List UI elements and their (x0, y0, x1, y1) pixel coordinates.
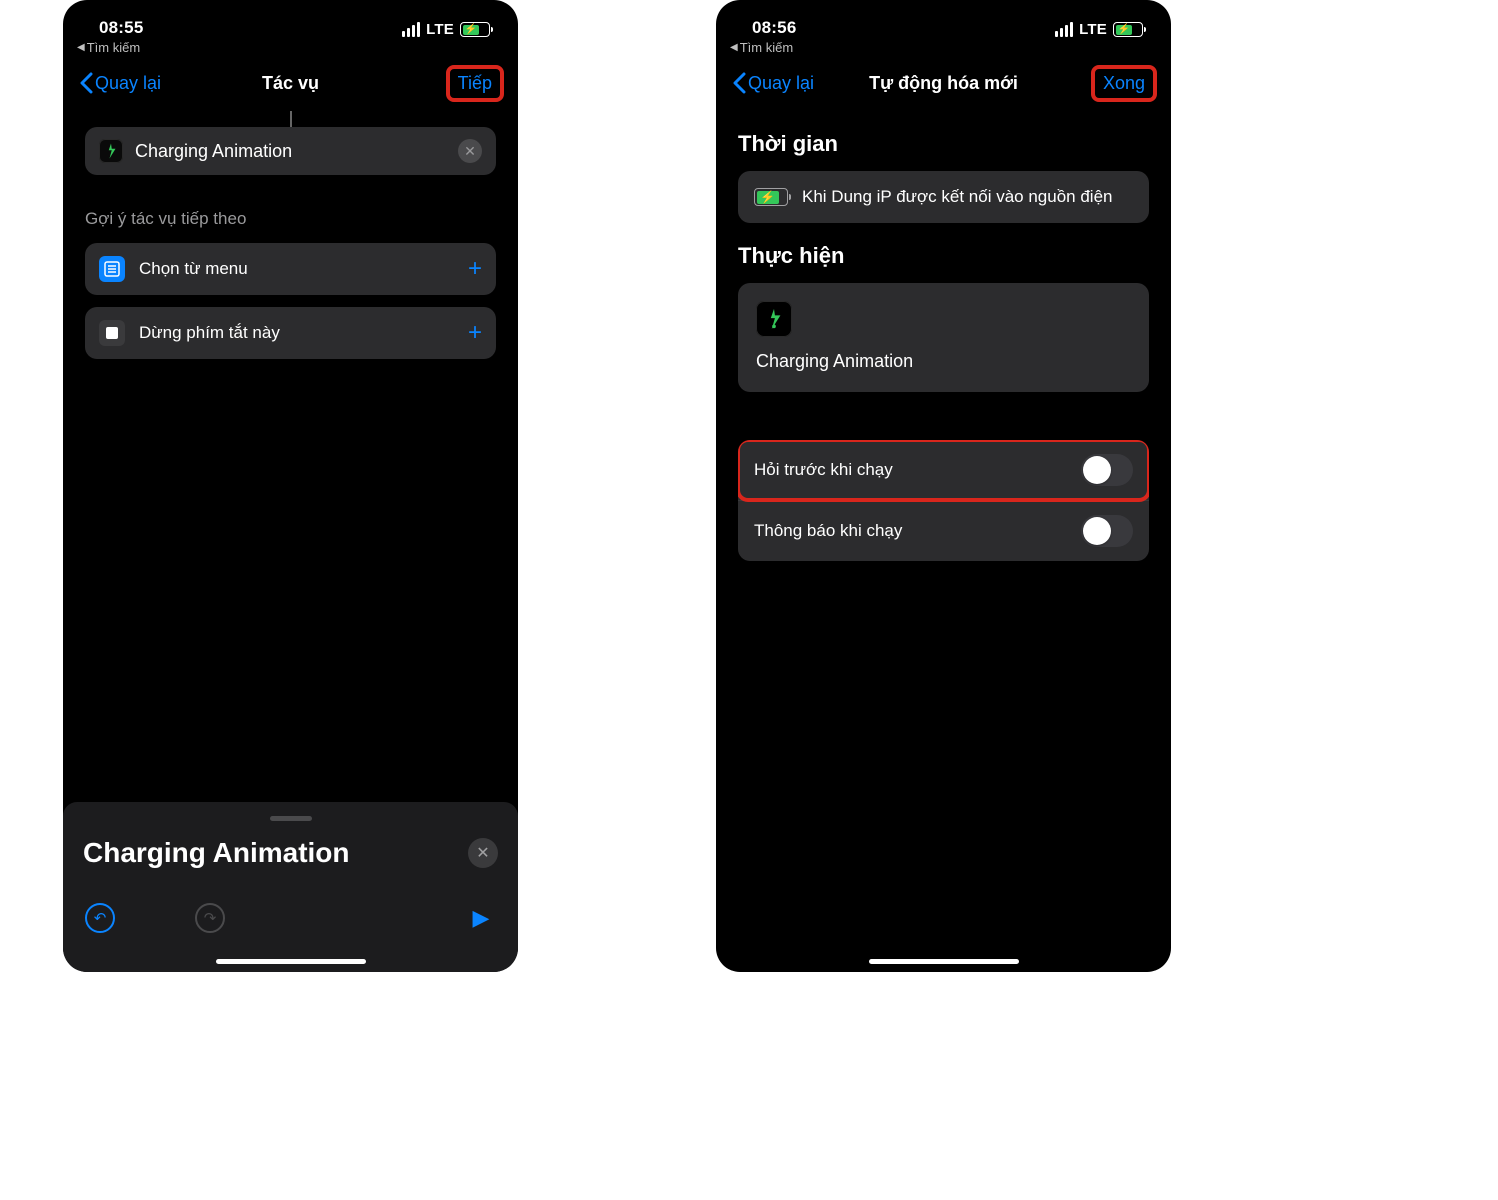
do-section-header: Thực hiện (738, 243, 1149, 269)
phone-screenshot-left: 08:55 LTE ⚡ ◀Tìm kiếm Quay lại Tác vụ Ti… (63, 0, 518, 972)
next-button[interactable]: Tiếp (448, 67, 502, 100)
notify-when-run-row[interactable]: Thông báo khi chạy (738, 500, 1149, 561)
sheet-close-button[interactable]: ✕ (468, 838, 498, 868)
redo-button: ↷ (195, 903, 225, 933)
page-title: Tự động hóa mới (869, 73, 1018, 94)
option-label: Thông báo khi chạy (754, 521, 902, 541)
connector-line (290, 111, 292, 127)
action-label: Charging Animation (135, 141, 446, 162)
network-label: LTE (426, 21, 454, 38)
sheet-title: Charging Animation (83, 837, 350, 869)
battery-icon: ⚡ (460, 22, 490, 37)
options-group: Hỏi trước khi chạy Thông báo khi chạy (738, 440, 1149, 561)
charging-animation-app-icon (756, 301, 792, 337)
selected-action-card[interactable]: Charging Animation ✕ (85, 127, 496, 175)
when-section-header: Thời gian (738, 131, 1149, 157)
status-time: 08:55 (99, 18, 143, 38)
suggestion-label: Dừng phím tắt này (139, 323, 454, 343)
ask-toggle[interactable] (1081, 454, 1133, 486)
phone-screenshot-right: 08:56 LTE ⚡ ◀Tìm kiếm Quay lại Tự động h… (716, 0, 1171, 972)
clear-action-button[interactable]: ✕ (458, 139, 482, 163)
add-icon[interactable]: + (468, 319, 482, 347)
status-bar: 08:55 LTE ⚡ (63, 0, 518, 38)
chevron-left-icon (732, 72, 746, 94)
ask-before-run-row[interactable]: Hỏi trước khi chạy (738, 440, 1149, 500)
menu-icon (99, 256, 125, 282)
trigger-card[interactable]: ⚡ Khi Dung iP được kết nối vào nguồn điệ… (738, 171, 1149, 223)
trigger-text: Khi Dung iP được kết nối vào nguồn điện (802, 187, 1112, 207)
signal-icon (402, 22, 420, 37)
nav-header: Quay lại Tác vụ Tiếp (63, 55, 518, 111)
suggestions-header: Gợi ý tác vụ tiếp theo (85, 209, 496, 229)
action-card[interactable]: Charging Animation (738, 283, 1149, 392)
option-label: Hỏi trước khi chạy (754, 460, 893, 480)
run-button[interactable]: ▶ (466, 903, 496, 933)
battery-charging-icon: ⚡ (754, 188, 788, 206)
chevron-left-icon (79, 72, 93, 94)
done-button[interactable]: Xong (1093, 67, 1155, 100)
home-indicator[interactable] (869, 959, 1019, 964)
back-to-app[interactable]: ◀Tìm kiếm (63, 38, 518, 55)
signal-icon (1055, 22, 1073, 37)
stop-icon (99, 320, 125, 346)
suggestion-item-menu[interactable]: Chọn từ menu + (85, 243, 496, 295)
notify-toggle[interactable] (1081, 515, 1133, 547)
home-indicator[interactable] (216, 959, 366, 964)
battery-icon: ⚡ (1113, 22, 1143, 37)
back-to-app[interactable]: ◀Tìm kiếm (716, 38, 1171, 55)
sheet-grabber[interactable] (270, 816, 312, 821)
charging-animation-app-icon (99, 139, 123, 163)
undo-button[interactable]: ↶ (85, 903, 115, 933)
back-button[interactable]: Quay lại (79, 72, 161, 94)
bottom-sheet[interactable]: Charging Animation ✕ ↶ ↷ ▶ (63, 802, 518, 972)
action-label: Charging Animation (756, 351, 1131, 372)
status-time: 08:56 (752, 18, 796, 38)
status-bar: 08:56 LTE ⚡ (716, 0, 1171, 38)
nav-header: Quay lại Tự động hóa mới Xong (716, 55, 1171, 111)
suggestion-item-stop[interactable]: Dừng phím tắt này + (85, 307, 496, 359)
suggestion-label: Chọn từ menu (139, 259, 454, 279)
network-label: LTE (1079, 21, 1107, 38)
page-title: Tác vụ (262, 73, 319, 94)
add-icon[interactable]: + (468, 255, 482, 283)
back-button[interactable]: Quay lại (732, 72, 814, 94)
